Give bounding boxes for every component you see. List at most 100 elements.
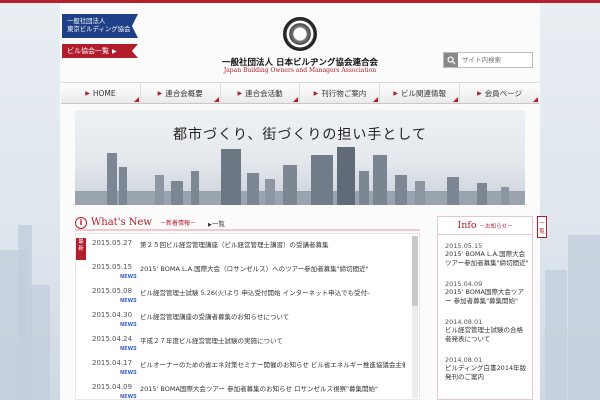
- nav-members[interactable]: ▶ 会員ページ: [460, 83, 539, 103]
- news-subtitle: －新着情報－: [160, 220, 197, 227]
- news-item[interactable]: 2015.05.15 2015' BOMA L.A.国際大会（ロサンゼルス）への…: [92, 262, 407, 286]
- news-date: 2015.05.27: [92, 239, 133, 247]
- arrow-right-icon: ▶: [157, 89, 163, 97]
- nav-label: 会員ページ: [484, 88, 523, 98]
- arrow-right-icon: ▶: [85, 89, 90, 97]
- info-panel: Info －お知らせ－ 2015.05.15 2015' BOMA L.A.国際…: [437, 216, 533, 400]
- skyline-building: [311, 155, 333, 205]
- nav-label: 連合会概要: [165, 88, 203, 98]
- association-seal-logo[interactable]: [283, 17, 317, 51]
- info-all-tab[interactable]: 一覧: [537, 216, 547, 238]
- org-name-en: Japan Building Owners and Managers Assoc…: [223, 67, 377, 74]
- info-list: 2015.05.15 2015' BOMA L.A.国際大会ツアー参加者募集"締…: [438, 235, 532, 394]
- news-text: 平成２７年度ビル経営管理士試験の実施について: [140, 337, 283, 345]
- news-list: 2015.05.27 第２５回ビル経営管理講座（ビル経営管理士講習）の受講者募集…: [92, 238, 407, 400]
- info-date: 2015.04.09: [445, 280, 483, 288]
- skyline-building: [265, 179, 275, 205]
- news-date: 2015.04.24: [92, 335, 133, 343]
- corner-mark-icon: [373, 97, 379, 102]
- news-title: What's New: [91, 217, 152, 228]
- skyline-building: [337, 147, 355, 205]
- info-text: 2015' BOMA L.A.国際大会ツアー参加者募集"締切間近": [445, 250, 529, 267]
- info-item[interactable]: 2015.04.09 2015' BOMA国際大会ツアー 参加者募集"募集開始": [445, 280, 532, 318]
- search-input[interactable]: [458, 56, 532, 64]
- nav-home[interactable]: ▶ HOME: [61, 83, 141, 103]
- news-item[interactable]: 2015.04.24 平成２７年度ビル経営管理士試験の実施について NEWS: [92, 334, 407, 358]
- site-search: [443, 52, 533, 68]
- hero-banner: 都市づくり、街づくりの担い手として: [75, 110, 525, 205]
- news-text: ビル経営管理講座の受講者募集のお知らせについて: [140, 313, 290, 321]
- news-badge: NEWS: [120, 322, 137, 328]
- nav-activities[interactable]: ▶ 連合会活動: [221, 83, 301, 103]
- news-item[interactable]: 2015.04.30 ビル経営管理講座の受講者募集のお知らせについて NEWS: [92, 310, 407, 334]
- arrow-right-icon: ▶: [237, 89, 243, 97]
- nav-label: HOME: [92, 88, 116, 98]
- arrow-right-icon: ▶: [112, 48, 117, 55]
- news-date: 2015.04.09: [92, 383, 133, 391]
- news-item[interactable]: 2015.05.27 第２５回ビル経営管理講座（ビル経営管理士講習）の受講者募集: [92, 238, 407, 262]
- skyline-building: [247, 173, 259, 205]
- skyline-building: [477, 183, 487, 205]
- news-text: 第２５回ビル経営管理講座（ビル経営管理士講習）の受講者募集: [140, 241, 329, 249]
- nav-label: ビル関連情報: [401, 88, 447, 98]
- news-text: 2015' BOMA L.A.国際大会（ロサンゼルス）へのツアー参加者募集"締切…: [140, 265, 369, 273]
- news-scrollbar-thumb[interactable]: [412, 236, 418, 306]
- info-date: 2015.05.15: [445, 242, 483, 250]
- arrow-right-icon: ▶: [393, 89, 399, 97]
- news-date: 2015.04.30: [92, 311, 133, 319]
- news-date: 2015.05.15: [92, 263, 133, 271]
- news-badge: NEWS: [120, 346, 137, 352]
- corner-mark-icon: [293, 97, 299, 102]
- info-subtitle: －お知らせ－: [479, 223, 513, 230]
- info-header: Info －お知らせ－: [438, 217, 532, 235]
- info-text: ビル経営管理士試験の合格者発表について: [445, 326, 523, 343]
- info-date: 2014.08.01: [445, 356, 483, 364]
- skyline-building: [359, 171, 369, 205]
- skyline-building: [373, 155, 387, 205]
- arrow-right-icon: ▶: [313, 89, 319, 97]
- info-text: 2015' BOMA国際大会ツアー 参加者募集"募集開始": [445, 288, 524, 305]
- skyline-building: [107, 153, 117, 205]
- assoc-label-line1: 一般社団法人: [67, 17, 106, 25]
- corner-mark-icon: [213, 97, 219, 102]
- info-item[interactable]: 2015.05.15 2015' BOMA L.A.国際大会ツアー参加者募集"締…: [445, 242, 532, 280]
- news-date: 2015.05.08: [92, 287, 133, 295]
- skyline-building: [447, 177, 459, 205]
- building-association-list-link[interactable]: ビル協会一覧 ▶: [62, 44, 138, 58]
- skyline-building: [283, 165, 297, 205]
- news-text: ビル経営管理士試験 5.26(火)より 申込受付開始 インターネット申込でも受付…: [140, 289, 370, 297]
- news-text: ビルオーナーのための省エネ対策セミナー開催のお知らせ ビル省エネルギー推進協議会…: [140, 361, 405, 369]
- news-text: 2015' BOMA国際大会ツアー 参加者募集のお知らせ ロサンゼルス視察"募集…: [140, 385, 379, 393]
- info-title: Info: [457, 220, 477, 231]
- news-header: i What's New －新着情報－ ▶一覧: [75, 216, 420, 231]
- skyline-building: [171, 181, 183, 205]
- info-item[interactable]: 2014.08.01 ビルディング白書2014年版発刊のご案内: [445, 356, 532, 394]
- news-item[interactable]: 2015.04.09 2015' BOMA国際大会ツアー 参加者募集のお知らせ …: [92, 382, 407, 400]
- list-label: ビル協会一覧: [67, 47, 109, 55]
- corner-mark-icon: [133, 97, 139, 102]
- info-date: 2014.08.01: [445, 318, 483, 326]
- nav-overview[interactable]: ▶ 連合会概要: [141, 83, 221, 103]
- news-item[interactable]: 2015.04.17 ビルオーナーのための省エネ対策セミナー開催のお知らせ ビル…: [92, 358, 407, 382]
- news-badge: NEWS: [120, 394, 137, 400]
- news-badge: NEWS: [120, 298, 137, 304]
- info-icon: i: [75, 216, 87, 229]
- news-item[interactable]: 2015.05.08 ビル経営管理士試験 5.26(火)より 申込受付開始 イン…: [92, 286, 407, 310]
- nav-publications[interactable]: ▶ 刊行物ご案内: [300, 83, 381, 103]
- news-badge: NEWS: [120, 274, 137, 280]
- arrow-right-icon: ▶: [477, 89, 482, 97]
- news-date: 2015.04.17: [92, 359, 133, 367]
- news-all-link[interactable]: ▶一覧: [208, 218, 225, 228]
- info-item[interactable]: 2014.08.01 ビル経営管理士試験の合格者発表について: [445, 318, 532, 356]
- skyline-building: [221, 149, 241, 205]
- skyline-building: [395, 175, 407, 205]
- skyline-building: [155, 175, 164, 205]
- news-list-box: 最新 2015.05.27 第２５回ビル経営管理講座（ビル経営管理士講習）の受講…: [75, 233, 420, 400]
- skyline-building: [191, 171, 199, 205]
- corner-mark-icon: [453, 97, 459, 102]
- skyline-building: [415, 181, 425, 205]
- tokyo-building-association-link[interactable]: 一般社団法人 東京ビルディング協会: [62, 14, 138, 38]
- search-icon[interactable]: [444, 53, 458, 67]
- info-text: ビルディング白書2014年版発刊のご案内: [445, 364, 527, 381]
- nav-building-info[interactable]: ▶ ビル関連情報: [380, 83, 461, 103]
